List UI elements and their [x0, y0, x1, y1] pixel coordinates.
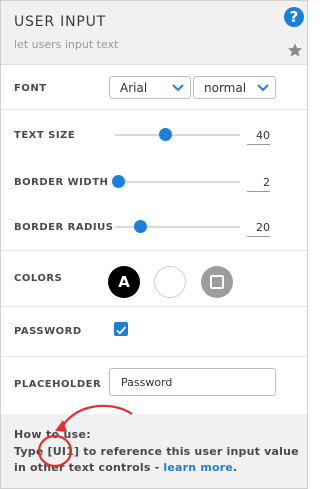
border-width-row: BORDER WIDTH 2 — [1, 155, 307, 200]
how-to-use-period: . — [233, 461, 238, 474]
colors-row: COLORS A — [1, 251, 307, 307]
password-checkbox[interactable] — [114, 322, 128, 336]
learn-more-link[interactable]: learn more — [163, 461, 233, 474]
border-radius-slider[interactable] — [115, 220, 240, 233]
border-radius-row: BORDER RADIUS 20 — [1, 200, 307, 251]
star-icon[interactable] — [287, 42, 303, 58]
border-radius-slider-thumb[interactable] — [134, 220, 147, 233]
panel-title: USER INPUT — [14, 14, 106, 30]
checkmark-icon — [116, 326, 127, 335]
text-size-slider[interactable] — [115, 128, 240, 141]
font-family-select[interactable]: Arial — [109, 76, 191, 99]
border-width-slider-thumb[interactable] — [111, 175, 125, 188]
placeholder-input[interactable] — [109, 368, 276, 396]
text-size-label: TEXT SIZE — [14, 130, 76, 141]
border-width-slider[interactable] — [111, 175, 240, 188]
password-row: PASSWORD — [1, 307, 307, 357]
text-size-slider-thumb[interactable] — [159, 128, 172, 141]
border-radius-label: BORDER RADIUS — [14, 222, 114, 233]
text-color-swatch[interactable]: A — [108, 266, 140, 298]
colors-label: COLORS — [14, 273, 63, 284]
chevron-down-icon — [257, 84, 269, 92]
font-family-value: Arial — [120, 81, 148, 95]
border-radius-value[interactable]: 20 — [247, 221, 270, 237]
font-row: FONT Arial normal — [1, 65, 307, 110]
text-size-row: TEXT SIZE 40 — [1, 110, 307, 155]
help-icon[interactable]: ? — [284, 7, 304, 27]
panel-subtitle: let users input text — [14, 38, 119, 51]
square-icon — [210, 275, 224, 289]
border-width-label: BORDER WIDTH — [14, 177, 109, 188]
text-size-value[interactable]: 40 — [247, 129, 270, 145]
password-label: PASSWORD — [14, 326, 82, 337]
border-color-swatch[interactable] — [201, 266, 233, 298]
background-color-swatch[interactable] — [154, 266, 186, 298]
font-weight-select[interactable]: normal — [193, 76, 276, 99]
user-input-panel: USER INPUT let users input text ? FONT A… — [0, 0, 308, 489]
font-label: FONT — [14, 83, 47, 94]
border-width-value[interactable]: 2 — [247, 176, 270, 192]
annotation-arrow-icon — [37, 404, 133, 468]
font-weight-value: normal — [204, 81, 247, 95]
panel-header: USER INPUT let users input text ? — [1, 1, 307, 65]
chevron-down-icon — [172, 84, 184, 92]
placeholder-label: PLACEHOLDER — [14, 379, 102, 390]
